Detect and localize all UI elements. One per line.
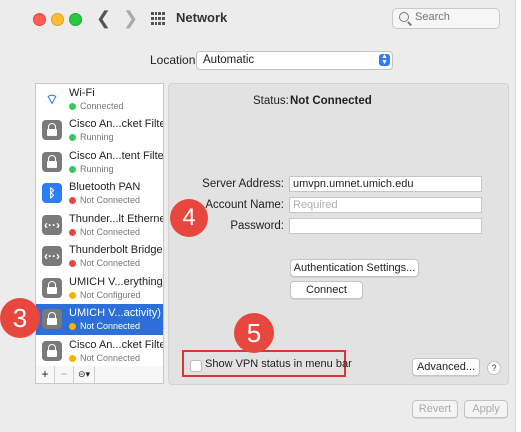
service-name: Cisco An...tent Filter bbox=[69, 150, 164, 162]
service-item-cisco-content-filter[interactable]: Cisco An...tent Filter Running bbox=[36, 147, 163, 178]
status-dot bbox=[69, 103, 76, 110]
service-item-thunderbolt-ethernet[interactable]: ‹··› Thunder...lt Ethernet Not Connected bbox=[36, 210, 163, 241]
password-field[interactable] bbox=[289, 218, 482, 234]
service-status: Not Connected bbox=[80, 353, 141, 363]
advanced-button[interactable]: Advanced... bbox=[412, 358, 480, 376]
service-item-thunderbolt-bridge[interactable]: ‹··› Thunderbolt Bridge Not Connected bbox=[36, 241, 163, 272]
lock-icon bbox=[42, 120, 62, 140]
callout-5-badge: 5 bbox=[234, 313, 274, 353]
wifi-icon: ⌔ bbox=[42, 89, 62, 109]
remove-service-button[interactable]: − bbox=[55, 366, 74, 383]
connect-button[interactable]: Connect bbox=[290, 281, 363, 299]
service-item-wifi[interactable]: ⌔ Wi-Fi Connected bbox=[36, 84, 163, 115]
add-service-button[interactable]: + bbox=[36, 366, 55, 383]
service-status: Not Configured bbox=[80, 290, 141, 300]
status-label: Status: bbox=[253, 95, 289, 107]
zoom-window-button[interactable] bbox=[69, 13, 82, 26]
search-input[interactable] bbox=[413, 10, 497, 24]
lock-icon bbox=[42, 278, 62, 298]
show-vpn-status-row[interactable]: Show VPN status in menu bar bbox=[182, 350, 352, 377]
service-name: Bluetooth PAN bbox=[69, 181, 141, 193]
service-item-cisco-packet-filter[interactable]: Cisco An...cket Filter Running bbox=[36, 115, 163, 146]
minimize-window-button[interactable] bbox=[51, 13, 64, 26]
service-item-bluetooth-pan[interactable]: ᛒ Bluetooth PAN Not Connected bbox=[36, 178, 163, 209]
help-button[interactable]: ? bbox=[487, 361, 501, 375]
window-title: Network bbox=[176, 10, 228, 25]
service-name: UMICH V...erything) bbox=[69, 276, 164, 288]
service-item-cisco-packet-filter-2[interactable]: Cisco An...cket Filter Not Connected bbox=[36, 336, 163, 367]
service-item-umich-vpn-activity[interactable]: UMICH V...activity) Not Connected bbox=[36, 304, 163, 335]
service-list: ⌔ Wi-Fi Connected Cisco An...cket Filter… bbox=[35, 83, 164, 368]
callout-4-badge: 4 bbox=[170, 199, 208, 237]
show-all-grid-icon[interactable] bbox=[151, 12, 165, 26]
service-status: Running bbox=[80, 164, 114, 174]
service-name: Wi-Fi bbox=[69, 87, 95, 99]
back-chevron-icon[interactable]: ❮ bbox=[96, 8, 111, 28]
apply-button[interactable]: Apply bbox=[464, 400, 508, 418]
lock-icon bbox=[42, 341, 62, 361]
show-vpn-status-checkbox[interactable] bbox=[190, 360, 202, 372]
network-preferences-window: ❮ ❯ Network Location: Automatic ▲▼ ⌔ Wi-… bbox=[0, 0, 516, 432]
lock-icon bbox=[42, 152, 62, 172]
service-item-umich-vpn-everything[interactable]: UMICH V...erything) Not Configured bbox=[36, 273, 163, 304]
account-name-field[interactable] bbox=[289, 197, 482, 213]
status-dot bbox=[69, 197, 76, 204]
location-value: Automatic bbox=[203, 54, 255, 66]
select-stepper-icon: ▲ ▼ bbox=[379, 53, 390, 66]
forward-chevron-icon[interactable]: ❯ bbox=[123, 8, 138, 28]
status-dot bbox=[69, 134, 76, 141]
service-status: Not Connected bbox=[80, 258, 141, 268]
search-field[interactable] bbox=[392, 8, 500, 29]
service-status: Not Connected bbox=[80, 227, 141, 237]
vpn-detail-panel bbox=[168, 83, 509, 385]
server-address-label: Server Address: bbox=[202, 178, 284, 190]
service-status: Not Connected bbox=[80, 321, 141, 331]
authentication-settings-button[interactable]: Authentication Settings... bbox=[290, 259, 419, 277]
callout-3-badge: 3 bbox=[0, 298, 40, 338]
status-dot bbox=[69, 292, 76, 299]
show-vpn-status-label: Show VPN status in menu bar bbox=[205, 358, 352, 370]
close-window-button[interactable] bbox=[33, 13, 46, 26]
service-list-toolbar: + − ⊝▾ bbox=[35, 366, 164, 384]
status-value: Not Connected bbox=[290, 95, 372, 107]
location-label: Location: bbox=[150, 53, 199, 67]
revert-button[interactable]: Revert bbox=[412, 400, 458, 418]
service-name: Thunderbolt Bridge bbox=[69, 244, 163, 256]
service-status: Running bbox=[80, 132, 114, 142]
lock-icon bbox=[42, 309, 62, 329]
service-status: Not Connected bbox=[80, 195, 141, 205]
ethernet-icon: ‹··› bbox=[42, 215, 62, 235]
status-dot bbox=[69, 166, 76, 173]
server-address-field[interactable] bbox=[289, 176, 482, 192]
bluetooth-icon: ᛒ bbox=[42, 183, 62, 203]
service-name: UMICH V...activity) bbox=[69, 307, 161, 319]
service-status: Connected bbox=[80, 101, 124, 111]
status-dot bbox=[69, 229, 76, 236]
status-dot bbox=[69, 260, 76, 267]
status-dot bbox=[69, 323, 76, 330]
ethernet-icon: ‹··› bbox=[42, 246, 62, 266]
service-name: Thunder...lt Ethernet bbox=[69, 213, 164, 225]
location-select[interactable]: Automatic ▲ ▼ bbox=[196, 51, 393, 70]
search-icon bbox=[399, 12, 409, 22]
service-name: Cisco An...cket Filter bbox=[69, 118, 164, 130]
status-dot bbox=[69, 355, 76, 362]
service-name: Cisco An...cket Filter bbox=[69, 339, 164, 351]
titlebar: ❮ ❯ Network bbox=[0, 0, 515, 36]
service-action-menu-button[interactable]: ⊝▾ bbox=[74, 366, 95, 383]
